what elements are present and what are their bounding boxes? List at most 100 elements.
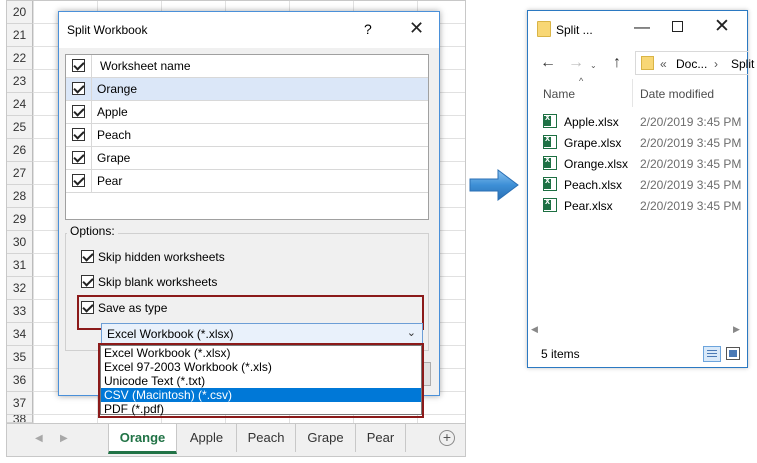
close-icon[interactable]: ✕ bbox=[409, 18, 424, 39]
row-header[interactable]: 33 bbox=[7, 300, 33, 323]
save-as-type-checkbox[interactable] bbox=[81, 301, 94, 315]
checkbox-cell bbox=[66, 124, 92, 146]
row-header[interactable]: 35 bbox=[7, 346, 33, 369]
list-header-row: Worksheet name bbox=[66, 55, 428, 78]
sheet-tab-pear[interactable]: Pear bbox=[356, 424, 406, 452]
maximize-icon[interactable] bbox=[672, 21, 683, 32]
back-arrow-icon[interactable]: ← bbox=[540, 54, 556, 72]
select-all-checkbox[interactable] bbox=[72, 59, 85, 72]
sheet-tab-apple[interactable]: Apple bbox=[177, 424, 237, 452]
row-header[interactable]: 20 bbox=[7, 1, 33, 24]
dropdown-option-xls[interactable]: Excel 97-2003 Workbook (*.xls) bbox=[101, 360, 421, 374]
sheet-tab-bar: ◀ ▶ Orange Apple Peach Grape Pear + bbox=[7, 423, 465, 456]
row-header[interactable]: 27 bbox=[7, 162, 33, 185]
recent-chevron-icon[interactable]: ⌄ bbox=[590, 61, 597, 70]
skip-blank-checkbox[interactable] bbox=[81, 275, 94, 289]
column-divider[interactable] bbox=[632, 79, 633, 107]
minimize-icon[interactable]: — bbox=[634, 19, 650, 37]
file-date: 2/20/2019 3:45 PM bbox=[640, 136, 742, 150]
list-item-apple[interactable]: Apple bbox=[66, 101, 428, 124]
dropdown-option-csv[interactable]: CSV (Macintosh) (*.csv) bbox=[101, 388, 421, 402]
tab-scroll-left-icon[interactable]: ◀ bbox=[35, 433, 43, 444]
folder-icon bbox=[537, 21, 551, 37]
checkbox-cell bbox=[66, 78, 92, 100]
file-type-dropdown-list: Excel Workbook (*.xlsx) Excel 97-2003 Wo… bbox=[100, 345, 422, 416]
split-workbook-dialog: Split Workbook ? ✕ Worksheet name Orange… bbox=[58, 11, 440, 396]
row-header[interactable]: 30 bbox=[7, 231, 33, 254]
row-header[interactable]: 32 bbox=[7, 277, 33, 300]
breadcrumb-split[interactable]: Split bbox=[731, 57, 754, 71]
row-header[interactable]: 37 bbox=[7, 392, 33, 415]
row-header[interactable]: 21 bbox=[7, 24, 33, 47]
address-overflow[interactable]: « bbox=[660, 57, 667, 71]
row-header[interactable]: 31 bbox=[7, 254, 33, 277]
sheet-tab-grape[interactable]: Grape bbox=[296, 424, 356, 452]
file-date: 2/20/2019 3:45 PM bbox=[640, 199, 742, 213]
file-name: Peach.xlsx bbox=[564, 178, 623, 192]
chevron-down-icon[interactable]: ⌄ bbox=[407, 326, 416, 339]
row-header[interactable]: 24 bbox=[7, 93, 33, 116]
sheet-tab-peach[interactable]: Peach bbox=[237, 424, 296, 452]
dropdown-option-xlsx[interactable]: Excel Workbook (*.xlsx) bbox=[101, 346, 421, 360]
arrow-right-icon bbox=[469, 169, 519, 201]
worksheet-checkbox[interactable] bbox=[72, 151, 85, 164]
worksheet-checkbox[interactable] bbox=[72, 128, 85, 141]
up-arrow-icon[interactable]: ↑ bbox=[613, 54, 621, 72]
close-icon[interactable]: ✕ bbox=[714, 15, 730, 38]
address-bar[interactable]: « Doc... › Split bbox=[635, 51, 754, 75]
skip-blank-option[interactable]: Skip blank worksheets bbox=[81, 275, 217, 289]
row-header[interactable]: 26 bbox=[7, 139, 33, 162]
column-header-name[interactable]: Name bbox=[543, 87, 575, 101]
excel-file-icon bbox=[543, 196, 557, 212]
breadcrumb-documents[interactable]: Doc... bbox=[676, 57, 707, 71]
add-sheet-icon[interactable]: + bbox=[439, 430, 455, 446]
worksheet-checkbox[interactable] bbox=[72, 82, 85, 95]
file-row[interactable]: Peach.xlsx 2/20/2019 3:45 PM bbox=[543, 175, 743, 195]
worksheet-name: Pear bbox=[97, 174, 123, 188]
details-view-icon[interactable] bbox=[703, 346, 721, 362]
row-header[interactable]: 36 bbox=[7, 369, 33, 392]
row-header[interactable]: 22 bbox=[7, 47, 33, 70]
forward-arrow-icon[interactable]: → bbox=[568, 54, 584, 72]
file-row[interactable]: Grape.xlsx 2/20/2019 3:45 PM bbox=[543, 133, 743, 153]
row-header[interactable]: 23 bbox=[7, 70, 33, 93]
dialog-titlebar: Split Workbook ? ✕ bbox=[59, 12, 439, 48]
scroll-left-icon[interactable]: ◀ bbox=[531, 324, 538, 335]
row-header[interactable]: 34 bbox=[7, 323, 33, 346]
skip-hidden-option[interactable]: Skip hidden worksheets bbox=[81, 250, 225, 264]
checkbox-cell bbox=[66, 147, 92, 169]
worksheet-name: Grape bbox=[97, 151, 131, 165]
worksheet-checkbox[interactable] bbox=[72, 174, 85, 187]
list-item-orange[interactable]: Orange bbox=[66, 78, 428, 101]
folder-icon bbox=[641, 56, 654, 70]
file-row[interactable]: Pear.xlsx 2/20/2019 3:45 PM bbox=[543, 196, 743, 216]
row-header[interactable]: 29 bbox=[7, 208, 33, 231]
horizontal-scrollbar[interactable]: ◀ ▶ bbox=[528, 323, 747, 340]
file-row[interactable]: Apple.xlsx 2/20/2019 3:45 PM bbox=[543, 112, 743, 132]
list-item-peach[interactable]: Peach bbox=[66, 124, 428, 147]
dropdown-option-pdf[interactable]: PDF (*.pdf) bbox=[101, 402, 421, 416]
save-as-type-option[interactable]: Save as type bbox=[81, 301, 167, 315]
help-icon[interactable]: ? bbox=[364, 21, 372, 37]
column-header-date-modified[interactable]: Date modified bbox=[640, 87, 714, 101]
options-label: Options: bbox=[67, 224, 118, 238]
sheet-tab-orange[interactable]: Orange bbox=[108, 424, 177, 454]
dropdown-option-txt[interactable]: Unicode Text (*.txt) bbox=[101, 374, 421, 388]
breadcrumb-chevron-icon[interactable]: › bbox=[714, 57, 718, 71]
large-icons-view-icon[interactable] bbox=[726, 347, 740, 360]
file-type-select[interactable]: Excel Workbook (*.xlsx) ⌄ bbox=[101, 323, 423, 344]
scroll-right-icon[interactable]: ▶ bbox=[733, 324, 740, 335]
save-as-type-label: Save as type bbox=[98, 301, 168, 315]
list-item-pear[interactable]: Pear bbox=[66, 170, 428, 193]
list-item-grape[interactable]: Grape bbox=[66, 147, 428, 170]
file-row[interactable]: Orange.xlsx 2/20/2019 3:45 PM bbox=[543, 154, 743, 174]
row-header[interactable]: 25 bbox=[7, 116, 33, 139]
file-name: Pear.xlsx bbox=[564, 199, 613, 213]
skip-hidden-checkbox[interactable] bbox=[81, 250, 94, 264]
worksheet-checkbox[interactable] bbox=[72, 105, 85, 118]
explorer-title: Split ... bbox=[556, 23, 593, 37]
row-header[interactable]: 28 bbox=[7, 185, 33, 208]
file-type-selected-value: Excel Workbook (*.xlsx) bbox=[107, 327, 234, 341]
row-header[interactable]: 38 bbox=[7, 415, 33, 423]
tab-scroll-right-icon[interactable]: ▶ bbox=[60, 433, 68, 444]
